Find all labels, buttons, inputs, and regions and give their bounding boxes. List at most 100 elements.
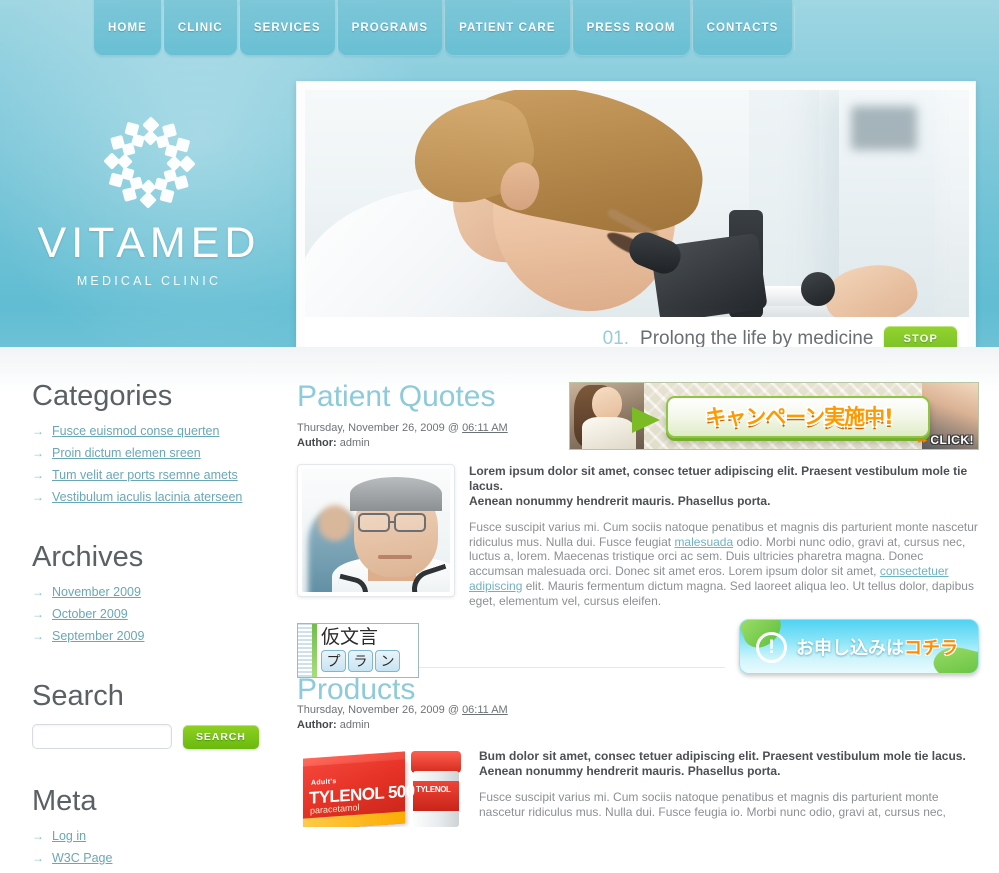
para-part-3: elit. Mauris fermentum dictum magna. Sed… xyxy=(469,578,974,608)
meta-list: → Log in → W3C Page xyxy=(32,829,282,866)
search-form: SEARCH xyxy=(32,724,282,749)
nav-label: SERVICES xyxy=(253,22,321,34)
triangle-right-icon xyxy=(632,407,660,433)
arrow-right-icon: → xyxy=(32,468,44,482)
nav-item-press-room[interactable]: PRESS ROOM xyxy=(572,0,693,56)
badge-jp-title: 仮文言 xyxy=(321,626,379,649)
arrow-right-icon: → xyxy=(32,585,44,599)
category-link[interactable]: Proin dictum elemen sreen xyxy=(52,446,201,461)
nav-label: PRESS ROOM xyxy=(586,22,676,34)
inline-link-malesuada[interactable]: malesuada xyxy=(674,535,733,549)
arrow-right-icon: → xyxy=(32,490,44,504)
nav-item-contacts[interactable]: CONTACTS xyxy=(692,0,796,56)
logo-title: VITAMED xyxy=(37,219,261,267)
post-author: admin xyxy=(339,437,370,449)
exclamation-circle-icon: ! xyxy=(756,632,787,664)
post-lead: Lorem ipsum dolor sit amet, consec tetue… xyxy=(469,464,968,508)
post-thumbnail[interactable] xyxy=(297,464,455,597)
post-products-title: Products xyxy=(297,673,416,707)
badge-rail xyxy=(298,624,312,678)
arrow-right-icon: → xyxy=(32,607,44,621)
apply-text-accent: コチラ xyxy=(904,638,958,660)
list-item[interactable]: → Vestibulum iaculis lacinia aterseen xyxy=(32,490,282,505)
badge-chip: ラ xyxy=(348,650,373,673)
post-paragraph: Fusce suscipit varius mi. Cum sociis nat… xyxy=(479,790,946,819)
slide-number: 01. xyxy=(602,328,630,347)
banner-jp-text: キャンペーン実施中! xyxy=(705,405,894,429)
badge-chip: プ xyxy=(321,650,346,673)
nav-item-patient-care[interactable]: PATIENT CARE xyxy=(445,0,574,56)
apply-banner-text: お申し込みはコチラ xyxy=(796,634,958,660)
post-products-header: 仮文言 プ ラ ン ! お申し込みはコチラ Products xyxy=(297,619,979,707)
category-link[interactable]: Fusce euismod conse querten xyxy=(52,424,219,439)
content-area: キャンペーン実施中! ▸▸ CLICK! Patient Quotes Thur… xyxy=(297,382,979,828)
nav-label: PROGRAMS xyxy=(351,22,429,34)
categories-heading: Categories xyxy=(32,380,173,412)
post-time[interactable]: 06:11 AM xyxy=(462,422,508,434)
logo-subtitle: MEDICAL CLINIC xyxy=(76,274,222,288)
archive-link[interactable]: November 2009 xyxy=(52,585,141,600)
slider-caption-bar: 01. Prolong the life by medicine STOP xyxy=(305,317,967,347)
nav-item-home[interactable]: HOME xyxy=(94,0,164,56)
post-body: Lorem ipsum dolor sit amet, consec tetue… xyxy=(297,464,979,608)
list-item[interactable]: → November 2009 xyxy=(32,585,282,600)
badge-chip: ン xyxy=(375,650,400,673)
archive-link[interactable]: October 2009 xyxy=(52,607,128,622)
post-products-body: TYLENOL Adult's TYLENOL 500 paracetamol … xyxy=(297,745,979,828)
apply-here-banner-ad[interactable]: ! お申し込みはコチラ xyxy=(739,619,979,675)
main-navigation: HOME CLINIC SERVICES PROGRAMS PATIENT CA… xyxy=(0,0,999,58)
archive-link[interactable]: September 2009 xyxy=(52,629,144,644)
post-text: Lorem ipsum dolor sit amet, consec tetue… xyxy=(469,464,979,608)
campaign-banner-ad[interactable]: キャンペーン実施中! ▸▸ CLICK! xyxy=(569,382,979,450)
doctor-portrait-photo xyxy=(302,469,450,592)
slider-photo xyxy=(305,90,969,317)
arrow-right-icon: → xyxy=(32,851,44,865)
post-author: admin xyxy=(339,719,370,732)
search-input[interactable] xyxy=(32,724,172,749)
apply-text-plain: お申し込みは xyxy=(796,638,904,660)
post-date: Thursday, November 26, 2009 @ xyxy=(297,422,459,434)
nav-item-services[interactable]: SERVICES xyxy=(239,0,338,56)
tylenol-product-photo[interactable]: TYLENOL Adult's TYLENOL 500 paracetamol xyxy=(297,745,465,828)
hero-slider: 01. Prolong the life by medicine STOP xyxy=(296,81,976,347)
sidebar: Categories → Fusce euismod conse querten … xyxy=(32,382,282,873)
slide-caption: Prolong the life by medicine xyxy=(640,328,874,347)
nav-label: CLINIC xyxy=(177,22,223,34)
post-paragraph: Fusce suscipit varius mi. Cum sociis nat… xyxy=(469,520,979,608)
banner-click-button[interactable]: ▸▸ CLICK! xyxy=(918,433,974,447)
flower-rosette-icon xyxy=(102,115,197,210)
bottle-label-text: TYLENOL xyxy=(416,785,451,795)
nav-item-clinic[interactable]: CLINIC xyxy=(163,0,240,56)
slider-stop-button[interactable]: STOP xyxy=(884,326,957,347)
search-heading: Search xyxy=(32,680,124,712)
meta-link-w3c[interactable]: W3C Page xyxy=(52,851,112,866)
category-link[interactable]: Tum velit aer ports rsemne amets xyxy=(52,468,238,483)
divider xyxy=(419,667,725,669)
list-item[interactable]: → Tum velit aer ports rsemne amets xyxy=(32,468,282,483)
arrow-right-icon: → xyxy=(32,629,44,643)
banner-click-label: CLICK! xyxy=(930,433,974,447)
double-arrow-icon: ▸▸ xyxy=(918,434,928,445)
arrow-right-icon: → xyxy=(32,424,44,438)
list-item[interactable]: → October 2009 xyxy=(32,607,282,622)
nav-label: HOME xyxy=(108,22,147,34)
arrow-right-icon: → xyxy=(32,446,44,460)
archives-heading: Archives xyxy=(32,541,144,573)
categories-list: → Fusce euismod conse querten → Proin dict… xyxy=(32,424,282,505)
post-products-meta: Thursday, November 26, 2009 @ 06:11 AM A… xyxy=(297,703,979,733)
category-link[interactable]: Vestibulum iaculis lacinia aterseen xyxy=(52,490,242,505)
list-item[interactable]: → Proin dictum elemen sreen xyxy=(32,446,282,461)
post-lead: Bum dolor sit amet, consec tetuer adipis… xyxy=(479,749,966,779)
list-item[interactable]: → Fusce euismod conse querten xyxy=(32,424,282,439)
jp-plan-badge[interactable]: 仮文言 プ ラ ン xyxy=(297,623,419,679)
nav-item-programs[interactable]: PROGRAMS xyxy=(337,0,445,56)
site-logo[interactable]: VITAMED MEDICAL CLINIC xyxy=(0,115,298,288)
list-item[interactable]: → September 2009 xyxy=(32,629,282,644)
badge-chips: プ ラ ン xyxy=(321,650,415,673)
post-author-label: Author: xyxy=(297,437,337,449)
meta-heading: Meta xyxy=(32,785,97,817)
list-item[interactable]: → W3C Page xyxy=(32,851,282,866)
nav-label: PATIENT CARE xyxy=(459,22,556,34)
search-button[interactable]: SEARCH xyxy=(183,724,259,749)
